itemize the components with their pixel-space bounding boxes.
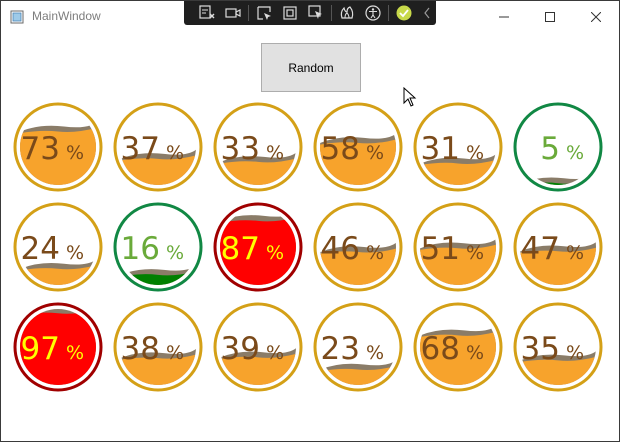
mouse-cursor-icon (403, 87, 417, 107)
liquid-gauge: 87% (213, 202, 303, 292)
liquid-gauge: 37% (113, 102, 203, 192)
liquid-gauge: 73% (13, 102, 103, 192)
gauge-unit: % (366, 142, 384, 164)
liquid-gauge: 47% (513, 202, 603, 292)
gauge-value: 46 (321, 231, 360, 267)
liquid-gauge: 33% (213, 102, 303, 192)
gauge-unit: % (466, 242, 484, 264)
main-window: MainWindow Random 73 % 37 % 33 % 58 % 31… (0, 0, 620, 442)
liquid-gauge: 51% (413, 202, 503, 292)
gauge-value: 16 (121, 231, 160, 267)
gauge-unit: % (266, 242, 284, 264)
liquid-gauge: 23% (313, 302, 403, 392)
gauge-value: 33 (221, 131, 260, 167)
gauge-unit: % (66, 242, 84, 264)
gauge-value: 39 (221, 331, 260, 367)
gauge-unit: % (566, 142, 584, 164)
gauge-value: 58 (321, 131, 360, 167)
liquid-gauge: 58% (313, 102, 403, 192)
gauge-unit: % (566, 242, 584, 264)
gauge-unit: % (66, 142, 84, 164)
liquid-gauge: 68% (413, 302, 503, 392)
gauge-unit: % (66, 342, 84, 364)
gauge-value: 5 (540, 131, 560, 167)
liquid-gauge: 5% (513, 102, 603, 192)
gauge-unit: % (166, 142, 184, 164)
gauge-unit: % (266, 142, 284, 164)
gauge-value: 38 (121, 331, 160, 367)
liquid-gauge: 35% (513, 302, 603, 392)
gauge-grid: 73% 37% 33% 58% 31% 5 %24% 16% 87% 46% 51% 47 %97% 38… (13, 102, 603, 392)
gauge-unit: % (266, 342, 284, 364)
gauge-value: 87 (221, 231, 260, 267)
gauge-unit: % (566, 342, 584, 364)
gauge-value: 51 (421, 231, 460, 267)
liquid-gauge: 38% (113, 302, 203, 392)
liquid-gauge: 46% (313, 202, 403, 292)
gauge-value: 24 (21, 231, 60, 267)
gauge-unit: % (366, 242, 384, 264)
gauge-unit: % (466, 342, 484, 364)
gauge-value: 47 (521, 231, 560, 267)
liquid-gauge: 31% (413, 102, 503, 192)
gauge-value: 23 (321, 331, 360, 367)
gauge-value: 68 (421, 331, 460, 367)
liquid-gauge: 16% (113, 202, 203, 292)
gauge-unit: % (166, 342, 184, 364)
gauge-value: 37 (121, 131, 160, 167)
gauge-value: 73 (21, 131, 60, 167)
gauge-value: 35 (521, 331, 560, 367)
gauge-value: 97 (21, 331, 60, 367)
gauge-unit: % (166, 242, 184, 264)
gauge-value: 31 (421, 131, 460, 167)
gauge-unit: % (366, 342, 384, 364)
liquid-gauge: 97% (13, 302, 103, 392)
gauge-unit: % (466, 142, 484, 164)
liquid-gauge: 24% (13, 202, 103, 292)
liquid-gauge: 39% (213, 302, 303, 392)
